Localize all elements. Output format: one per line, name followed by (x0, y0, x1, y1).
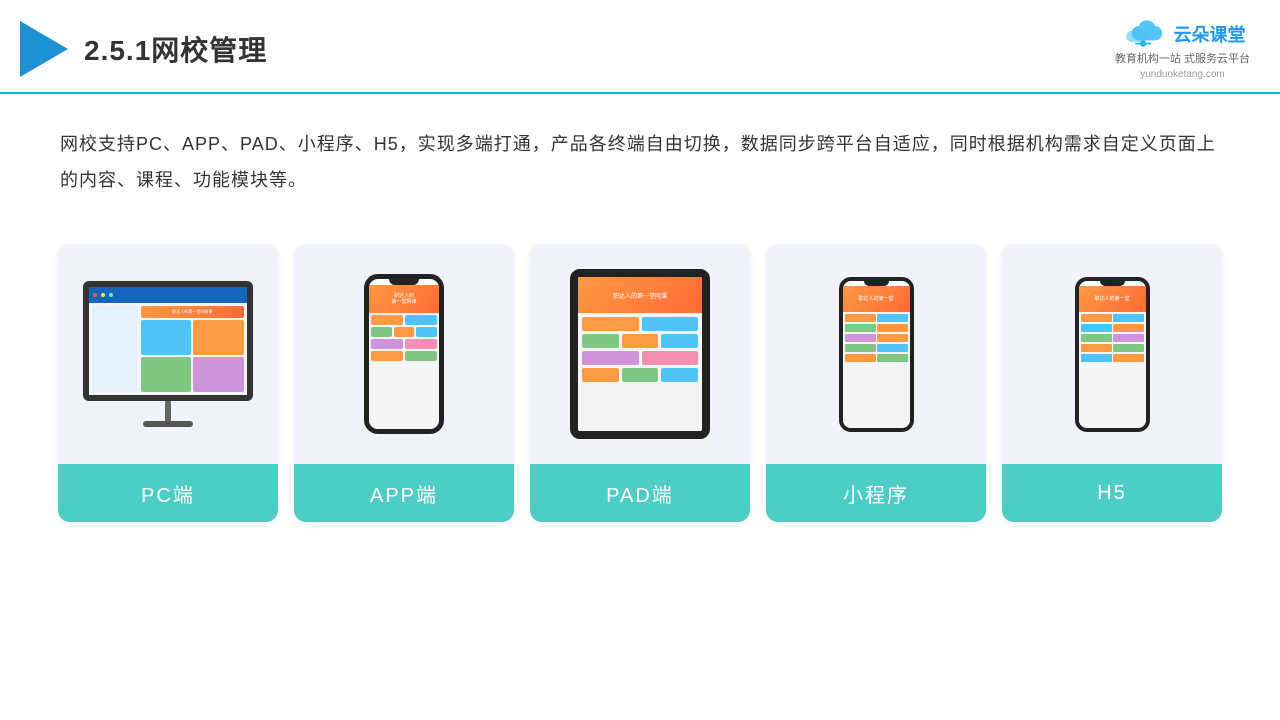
mini-phone-row-1 (845, 314, 908, 322)
miniprogram-card-label: 小程序 (766, 464, 986, 522)
app-phone-mockup: 职达人的第一堂网课 (364, 274, 444, 434)
logo-triangle-icon (20, 21, 68, 77)
tablet-content (578, 313, 702, 389)
pc-mockup: 职达人的第一堂冈振课 (83, 281, 253, 427)
monitor-header (89, 287, 247, 303)
page-title: 2.5.1网校管理 (84, 29, 267, 69)
mini-phone-content (843, 312, 910, 366)
phone-row-2 (371, 327, 437, 337)
pc-image-area: 职达人的第一堂冈振课 (58, 244, 278, 464)
mini-phone-row-2 (845, 324, 908, 332)
miniprogram-phone-mockup: 职达人的第一堂 (839, 277, 914, 432)
monitor-body: 职达人的第一堂冈振课 (83, 281, 253, 401)
h5-card-label: H5 (1002, 464, 1222, 522)
phone-screen: 职达人的第一堂网课 (369, 285, 439, 429)
app-card: 职达人的第一堂网课 (294, 244, 514, 522)
miniprogram-image-area: 职达人的第一堂 (766, 244, 986, 464)
app-image-area: 职达人的第一堂网课 (294, 244, 514, 464)
pad-card-label: PAD端 (530, 464, 750, 522)
cloud-logo-icon (1119, 18, 1167, 50)
pad-card: 职达人的第一堂网课 (530, 244, 750, 522)
mini-phone-row-5 (845, 354, 908, 362)
miniprogram-card: 职达人的第一堂 (766, 244, 986, 522)
brand-url: yunduoketang.com (1140, 69, 1225, 80)
tablet-row-3 (582, 351, 698, 365)
header-left: 2.5.1网校管理 (20, 21, 267, 77)
brand-tagline: 教育机构一站 式服务云平台 (1115, 52, 1250, 67)
brand-name: 云朵课堂 (1173, 21, 1245, 47)
phone-screen-header: 职达人的第一堂网课 (369, 285, 439, 313)
h5-phone-row-5 (1081, 354, 1144, 362)
page-header: 2.5.1网校管理 云朵课堂 教育机构一站 式服务云平台 yunduoketan… (0, 0, 1280, 94)
h5-phone-screen: 职达人的第一堂 (1079, 286, 1146, 428)
mini-phone-row-3 (845, 334, 908, 342)
header-right: 云朵课堂 教育机构一站 式服务云平台 yunduoketang.com (1115, 18, 1250, 80)
pc-card: 职达人的第一堂冈振课 (58, 244, 278, 522)
tablet-screen-header: 职达人的第一堂网课 (578, 277, 702, 313)
monitor-screen: 职达人的第一堂冈振课 (89, 287, 247, 395)
tablet-row-4 (582, 368, 698, 382)
tablet-row-2 (582, 334, 698, 348)
mini-phone-header: 职达人的第一堂 (843, 286, 910, 312)
phone-row-3 (371, 339, 437, 349)
pad-image-area: 职达人的第一堂网课 (530, 244, 750, 464)
phone-row-1 (371, 315, 437, 325)
monitor-stand (165, 401, 171, 421)
h5-image-area: 职达人的第一堂 (1002, 244, 1222, 464)
h5-phone-row-2 (1081, 324, 1144, 332)
h5-card: 职达人的第一堂 (1002, 244, 1222, 522)
phone-screen-text: 职达人的第一堂网课 (389, 291, 418, 308)
h5-phone-content (1079, 312, 1146, 366)
h5-phone-header: 职达人的第一堂 (1079, 286, 1146, 312)
mini-phone-screen: 职达人的第一堂 (843, 286, 910, 428)
phone-row-4 (371, 351, 437, 361)
app-card-label: APP端 (294, 464, 514, 522)
h5-phone-mockup: 职达人的第一堂 (1075, 277, 1150, 432)
description-text: 网校支持PC、APP、PAD、小程序、H5，实现多端打通，产品各终端自由切换，数… (0, 94, 1280, 214)
h5-phone-row-4 (1081, 344, 1144, 352)
pc-card-label: PC端 (58, 464, 278, 522)
mini-phone-row-4 (845, 344, 908, 352)
brand-logo: 云朵课堂 (1119, 18, 1245, 50)
monitor-base (143, 421, 193, 427)
h5-phone-row-1 (1081, 314, 1144, 322)
cards-container: 职达人的第一堂冈振课 (0, 224, 1280, 552)
tablet-mockup: 职达人的第一堂网课 (570, 269, 710, 439)
phone-content (369, 313, 439, 365)
h5-phone-row-3 (1081, 334, 1144, 342)
tablet-screen: 职达人的第一堂网课 (578, 277, 702, 431)
tablet-row-1 (582, 317, 698, 331)
